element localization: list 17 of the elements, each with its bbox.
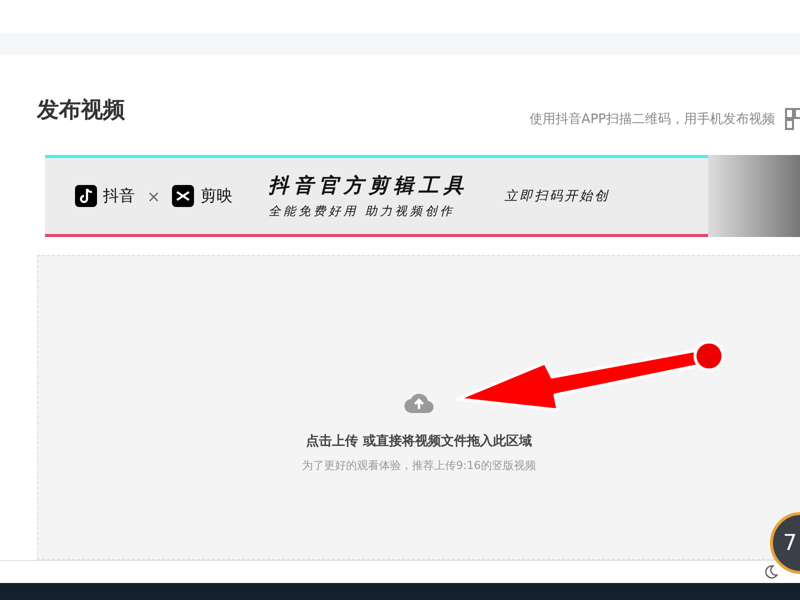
upload-hint: 为了更好的观看体验，推荐上传9:16的竖版视频 xyxy=(302,458,536,473)
music-note-icon xyxy=(75,185,97,207)
moon-icon[interactable] xyxy=(764,565,778,579)
banner-headline: 抖音官方剪辑工具 xyxy=(268,172,468,199)
qr-hint: 使用抖音APP扫描二维码，用手机发布视频 xyxy=(529,111,775,128)
banner-subline: 全能免费好用 助力视频创作 xyxy=(268,203,456,220)
separator-mark: × xyxy=(147,186,160,206)
page-title: 发布视频 xyxy=(37,97,125,125)
scissors-icon xyxy=(172,185,194,207)
banner-cta: 立即扫码开始创 xyxy=(504,188,610,205)
brand-name: 抖音 xyxy=(103,186,135,206)
cloud-upload-icon xyxy=(404,392,434,414)
qr-code-icon[interactable] xyxy=(785,108,800,130)
brand-name: 剪映 xyxy=(200,186,232,206)
promo-banner[interactable]: 抖音 × 剪映 抖音官方剪辑工具 全能免费好用 助力视频创作 立即扫码开始创 xyxy=(45,155,708,237)
meter-value: 7 xyxy=(783,530,797,556)
upload-prompt: 点击上传 或直接将视频文件拖入此区域 xyxy=(306,432,532,450)
